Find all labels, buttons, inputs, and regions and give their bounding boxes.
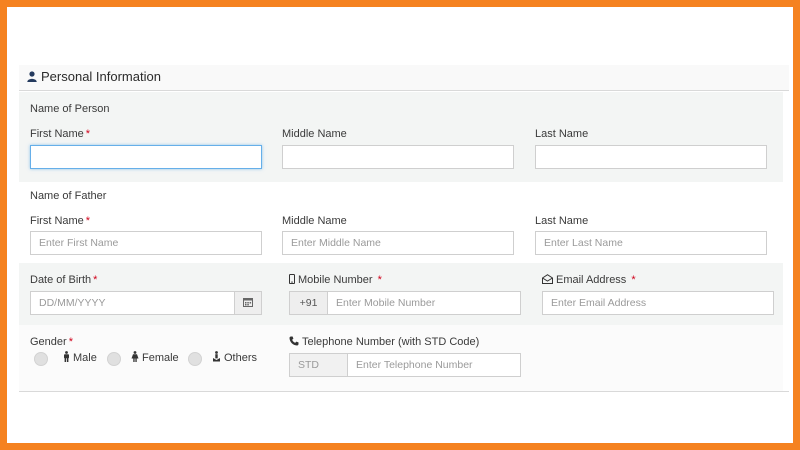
gender-female-option[interactable]: Female [131, 351, 179, 364]
gender-others-option[interactable]: Others [212, 351, 257, 364]
mobile-country-code: +91 [289, 291, 328, 315]
female-icon [131, 351, 139, 362]
contact-section: Date of Birth* Mobile Number* +91 Email … [19, 263, 783, 325]
gender-others-radio[interactable] [188, 352, 202, 366]
father-last-name-input[interactable] [535, 231, 767, 255]
person-first-name-label: First Name * [30, 128, 91, 140]
father-name-section: Name of Father First Name* Middle Name L… [19, 182, 783, 263]
person-middle-name-input[interactable] [282, 145, 514, 169]
person-last-name-input[interactable] [535, 145, 767, 169]
dob-label: Date of Birth * [30, 274, 98, 286]
std-code-input[interactable] [289, 353, 348, 377]
father-first-name-label: First Name * [30, 215, 91, 227]
person-last-name-label: Last Name [535, 128, 589, 140]
father-middle-name-label: Middle Name [282, 215, 347, 227]
father-last-name-label: Last Name [535, 215, 589, 227]
email-label: Email Address * [542, 274, 636, 286]
others-icon [213, 351, 220, 362]
person-name-heading: Name of Person [30, 103, 110, 115]
mobile-number-input[interactable] [327, 291, 521, 315]
father-middle-name-input[interactable] [282, 231, 514, 255]
telephone-label: Telephone Number (with STD Code) [289, 336, 479, 348]
personal-information-panel: Personal Information Name of Person Firs… [19, 65, 789, 395]
father-name-heading: Name of Father [30, 190, 107, 202]
gender-male-radio[interactable] [34, 352, 48, 366]
mobile-label: Mobile Number * [289, 274, 382, 286]
phone-icon [289, 336, 299, 346]
gender-male-option[interactable]: Male [63, 351, 97, 364]
panel-header: Personal Information [19, 65, 789, 91]
gender-label: Gender * [30, 336, 73, 348]
mobile-phone-icon [289, 274, 295, 284]
person-name-section: Name of Person First Name * Middle Name L… [19, 92, 783, 182]
father-first-name-input[interactable] [30, 231, 262, 255]
email-input[interactable] [542, 291, 774, 315]
gender-telephone-section: Gender * Male Female Others Telephone Num… [19, 325, 783, 391]
panel-bottom-divider [19, 391, 789, 392]
page-frame: Personal Information Name of Person Firs… [7, 7, 793, 443]
person-middle-name-label: Middle Name [282, 128, 347, 140]
telephone-number-input[interactable] [347, 353, 521, 377]
user-icon [27, 71, 37, 82]
dob-calendar-button[interactable] [234, 291, 262, 315]
calendar-icon [243, 298, 253, 307]
gender-female-radio[interactable] [107, 352, 121, 366]
panel-title: Personal Information [27, 69, 161, 84]
envelope-icon [542, 274, 553, 284]
person-first-name-input[interactable] [30, 145, 262, 169]
male-icon [64, 351, 69, 362]
dob-input[interactable] [30, 291, 235, 315]
